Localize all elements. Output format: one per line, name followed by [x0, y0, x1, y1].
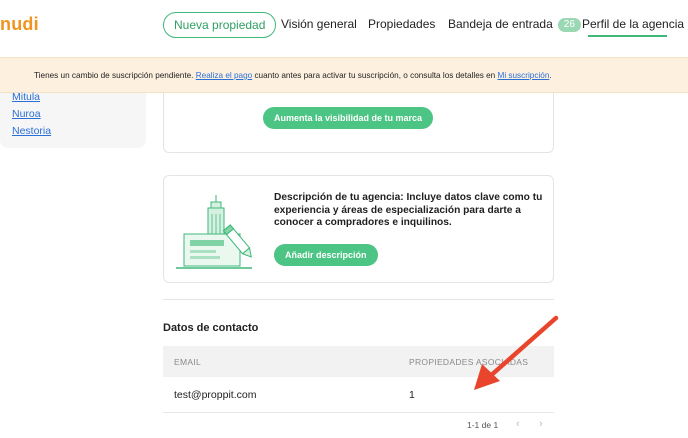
agency-description-prompt: Descripción de tu agencia: Incluye datos…	[274, 192, 543, 228]
new-property-button[interactable]: Nueva propiedad	[163, 12, 277, 38]
top-navigation: nudi Nueva propiedad Visión general Prop…	[0, 0, 688, 52]
associated-properties-count: 1	[409, 389, 415, 401]
brand-visibility-card: Aumenta la visibilidad de tu marca	[163, 93, 554, 153]
active-tab-indicator	[588, 35, 667, 37]
add-description-button[interactable]: Añadir descripción	[274, 244, 378, 266]
portal-link-mitula[interactable]: Mitula	[12, 91, 40, 103]
my-subscription-link[interactable]: Mi suscripción	[498, 71, 550, 80]
subscription-banner: Tienes un cambio de suscripción pendient…	[0, 57, 688, 93]
chevron-left-icon[interactable]: ‹	[516, 418, 520, 430]
table-row: test@proppit.com 1	[163, 377, 554, 413]
banner-text-middle: cuanto antes para activar tu suscripción…	[252, 71, 498, 80]
portal-link-nestoria[interactable]: Nestoria	[12, 125, 51, 137]
column-header-email: EMAIL	[174, 357, 202, 367]
logo[interactable]: nudi	[0, 14, 39, 35]
nav-properties[interactable]: Propiedades	[368, 17, 435, 31]
banner-message: Tienes un cambio de suscripción pendient…	[34, 71, 552, 80]
section-divider	[163, 299, 554, 300]
chevron-right-icon[interactable]: ›	[539, 418, 543, 430]
inbox-count-badge: 26	[557, 18, 581, 32]
increase-brand-visibility-button[interactable]: Aumenta la visibilidad de tu marca	[263, 107, 434, 129]
contact-section-title: Datos de contacto	[163, 322, 259, 334]
nav-overview[interactable]: Visión general	[281, 17, 357, 31]
nav-agency-profile[interactable]: Perfil de la agencia	[582, 17, 684, 31]
nav-inbox[interactable]: Bandeja de entrada 26	[448, 17, 581, 32]
nav-inbox-label: Bandeja de entrada	[448, 17, 553, 31]
contact-table-header: EMAIL PROPIEDADES ASOCIADAS	[163, 346, 554, 377]
portals-list: Mitula Nuroa Nestoria	[0, 91, 146, 148]
banner-text-end: .	[549, 71, 552, 80]
agency-description-card: Descripción de tu agencia: Incluye datos…	[163, 175, 554, 283]
portal-link-nuroa[interactable]: Nuroa	[12, 108, 41, 120]
contact-email: test@proppit.com	[174, 389, 257, 401]
pagination-label: 1-1 de 1	[467, 420, 499, 430]
laptop-building-pencil-icon	[176, 195, 252, 269]
pay-link[interactable]: Realiza el pago	[196, 71, 252, 80]
banner-text-start: Tienes un cambio de suscripción pendient…	[34, 71, 196, 80]
column-header-properties: PROPIEDADES ASOCIADAS	[409, 357, 529, 367]
